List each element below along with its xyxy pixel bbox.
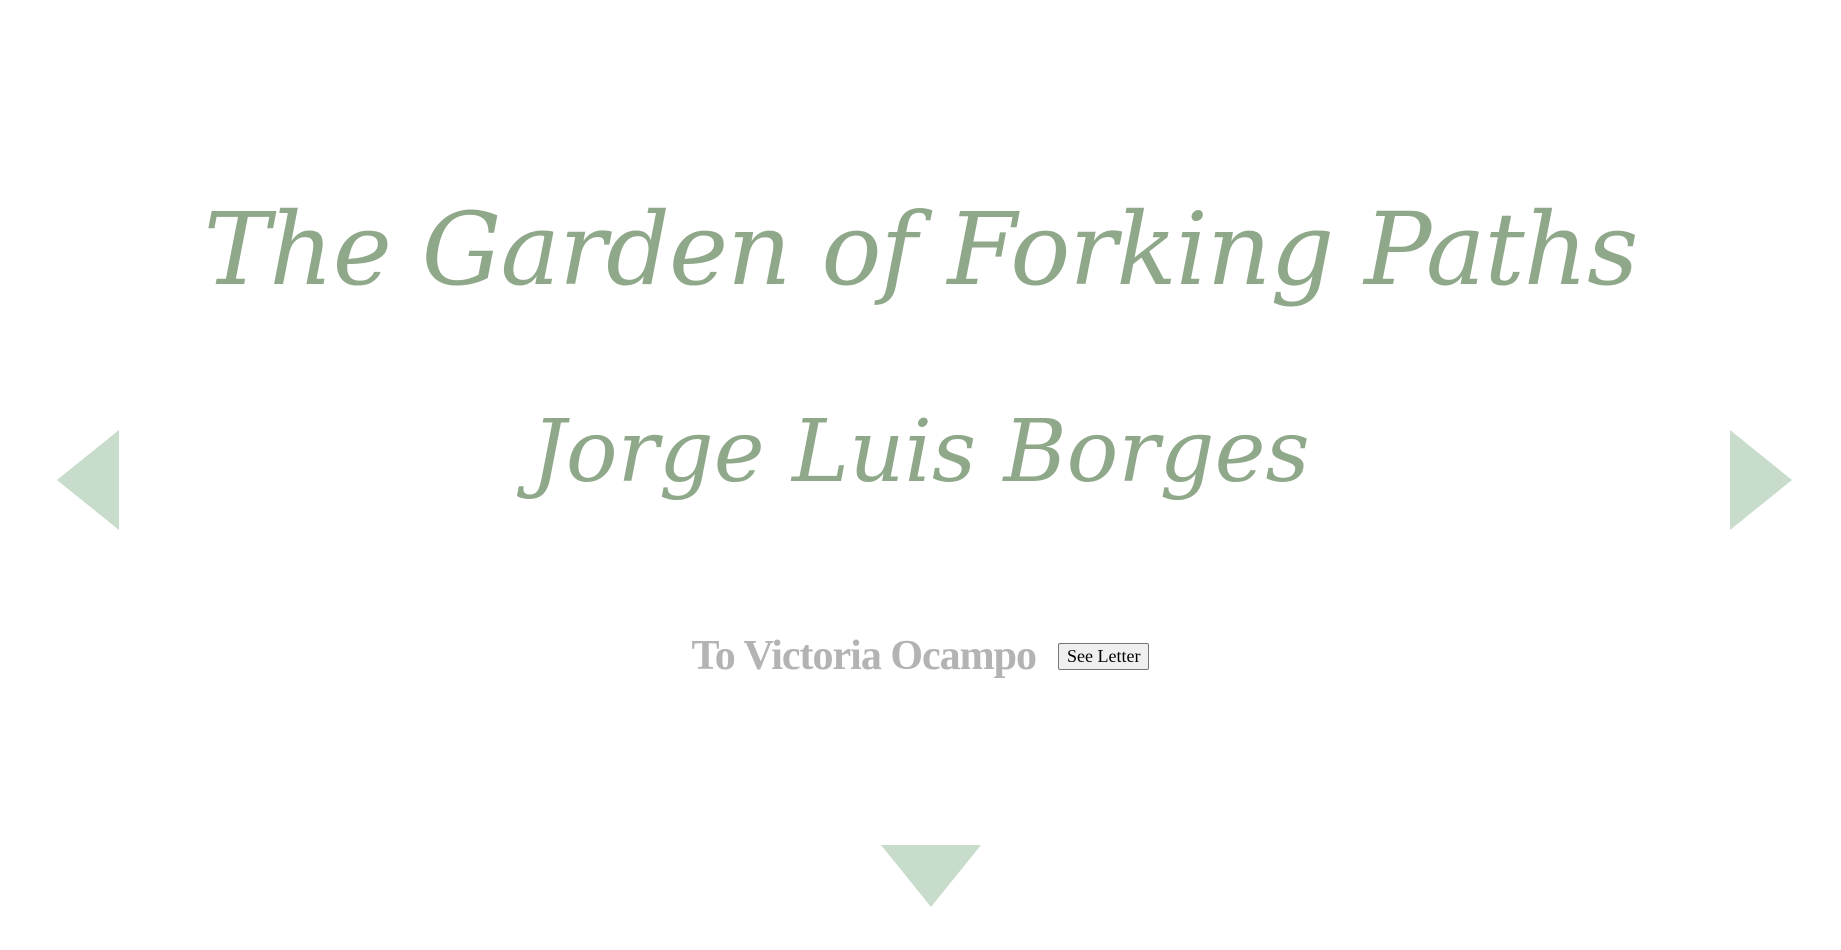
title-page: The Garden of Forking Paths Jorge Luis B…	[0, 0, 1841, 950]
author-name: Jorge Luis Borges	[531, 402, 1310, 502]
next-page-arrow-icon[interactable]	[1730, 430, 1792, 530]
scroll-down-arrow-icon[interactable]	[881, 845, 981, 907]
book-title: The Garden of Forking Paths	[203, 191, 1639, 308]
dedication-text: To Victoria Ocampo	[691, 633, 1037, 679]
dedication-row: To Victoria Ocampo See Letter	[0, 632, 1841, 680]
see-letter-button[interactable]: See Letter	[1057, 642, 1150, 670]
previous-page-arrow-icon[interactable]	[57, 430, 119, 530]
